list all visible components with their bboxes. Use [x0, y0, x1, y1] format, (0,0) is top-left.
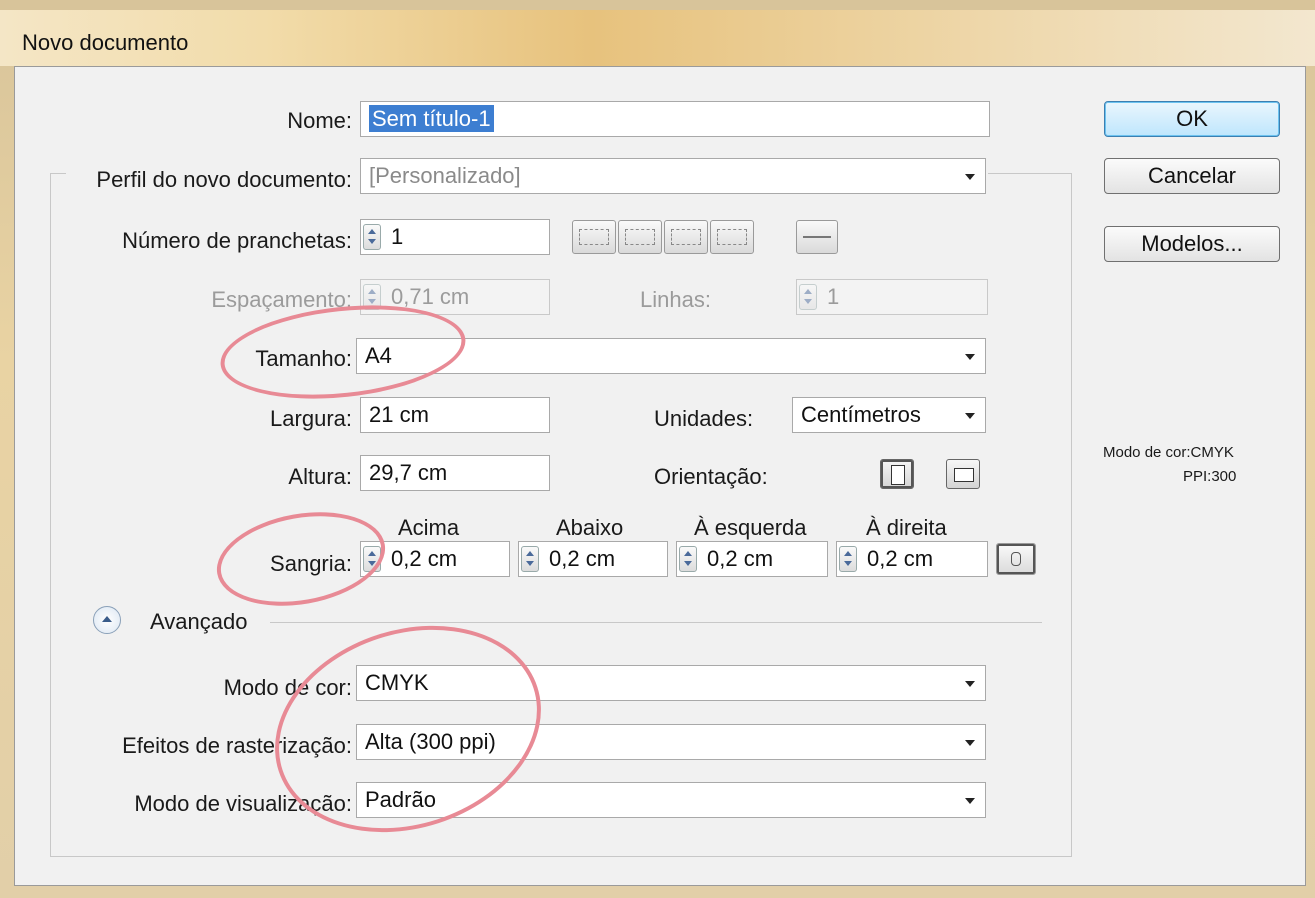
advanced-toggle-button[interactable] — [93, 606, 121, 634]
name-value: Sem título-1 — [369, 105, 494, 132]
chevron-down-icon — [965, 798, 975, 804]
bleed-bottom-stepper[interactable]: 0,2 cm — [518, 541, 668, 577]
rows-value: 1 — [827, 284, 840, 309]
cancel-button[interactable]: Cancelar — [1104, 158, 1280, 194]
advanced-label: Avançado — [150, 609, 248, 634]
chevron-down-icon — [965, 174, 975, 180]
landscape-icon — [954, 468, 974, 482]
grid-row-icon — [579, 229, 609, 245]
height-value: 29,7 cm — [369, 460, 448, 485]
stepper-arrows-icon[interactable] — [521, 546, 539, 572]
stepper-arrows-icon[interactable] — [363, 224, 381, 250]
bleed-top-value: 0,2 cm — [391, 546, 458, 571]
bleed-right-value: 0,2 cm — [867, 546, 934, 571]
landscape-orientation-button[interactable] — [946, 459, 980, 489]
name-input[interactable]: Sem título-1 — [360, 101, 990, 137]
arrange-by-column-button[interactable] — [710, 220, 754, 254]
bleed-right-stepper[interactable]: 0,2 cm — [836, 541, 988, 577]
column-icon — [717, 229, 747, 245]
templates-button[interactable]: Modelos... — [1104, 226, 1280, 262]
profile-group-top-left — [50, 173, 66, 174]
bleed-header-right: À direita — [866, 515, 947, 540]
advanced-divider — [270, 622, 1042, 623]
grid-column-icon — [625, 229, 655, 245]
grid-by-row-button[interactable] — [572, 220, 616, 254]
arrow-right-icon — [803, 236, 831, 245]
units-select[interactable]: Centímetros — [792, 397, 986, 433]
ok-button[interactable]: OK — [1104, 101, 1280, 137]
dialog-window: Novo documento Nome: Sem título-1 Perfil… — [0, 0, 1315, 898]
height-label: Altura: — [288, 464, 352, 489]
width-input[interactable]: 21 cm — [360, 397, 550, 433]
bleed-header-bottom: Abaixo — [556, 515, 624, 540]
grid-by-column-button[interactable] — [618, 220, 662, 254]
profile-label: Perfil do novo documento: — [96, 167, 352, 192]
height-input[interactable]: 29,7 cm — [360, 455, 550, 491]
profile-group-right — [1071, 173, 1072, 857]
ppi-info: PPI:300 — [1183, 468, 1237, 485]
profile-select[interactable]: [Personalizado] — [360, 158, 986, 194]
layout-direction-button[interactable] — [796, 220, 838, 254]
artboards-stepper[interactable]: 1 — [360, 219, 550, 255]
chevron-down-icon — [965, 681, 975, 687]
arrange-by-row-button[interactable] — [664, 220, 708, 254]
bleed-left-value: 0,2 cm — [707, 546, 774, 571]
chain-link-icon — [1011, 552, 1021, 566]
rows-label: Linhas: — [640, 287, 711, 312]
rows-stepper[interactable]: 1 — [796, 279, 988, 315]
profile-value: [Personalizado] — [369, 163, 521, 188]
profile-group-left — [50, 173, 51, 857]
title-bar[interactable]: Novo documento — [0, 10, 1315, 66]
chevron-down-icon — [965, 354, 975, 360]
color-mode-info: Modo de cor:CMYK — [1103, 444, 1234, 461]
bleed-bottom-value: 0,2 cm — [549, 546, 616, 571]
bleed-header-left: À esquerda — [694, 515, 807, 540]
bleed-left-stepper[interactable]: 0,2 cm — [676, 541, 828, 577]
units-label: Unidades: — [654, 406, 754, 431]
name-label: Nome: — [287, 108, 352, 133]
portrait-icon — [891, 465, 905, 485]
portrait-orientation-button[interactable] — [880, 459, 914, 489]
stepper-arrows-icon[interactable] — [679, 546, 697, 572]
profile-group-bottom — [50, 856, 1072, 857]
chevron-down-icon — [965, 413, 975, 419]
bleed-header-top: Acima — [398, 515, 460, 540]
dialog-title: Novo documento — [22, 30, 189, 55]
width-value: 21 cm — [369, 402, 429, 427]
stepper-arrows-icon[interactable] — [799, 284, 817, 310]
artboards-value: 1 — [391, 224, 404, 249]
units-value: Centímetros — [801, 402, 921, 427]
link-bleed-button[interactable] — [996, 543, 1036, 575]
row-icon — [671, 229, 701, 245]
width-label: Largura: — [270, 406, 352, 431]
profile-group-top-right — [988, 173, 1072, 174]
chevron-up-icon — [102, 616, 112, 622]
chevron-down-icon — [965, 740, 975, 746]
stepper-arrows-icon[interactable] — [839, 546, 857, 572]
artboards-label: Número de pranchetas: — [122, 228, 352, 253]
orientation-label: Orientação: — [654, 464, 768, 489]
